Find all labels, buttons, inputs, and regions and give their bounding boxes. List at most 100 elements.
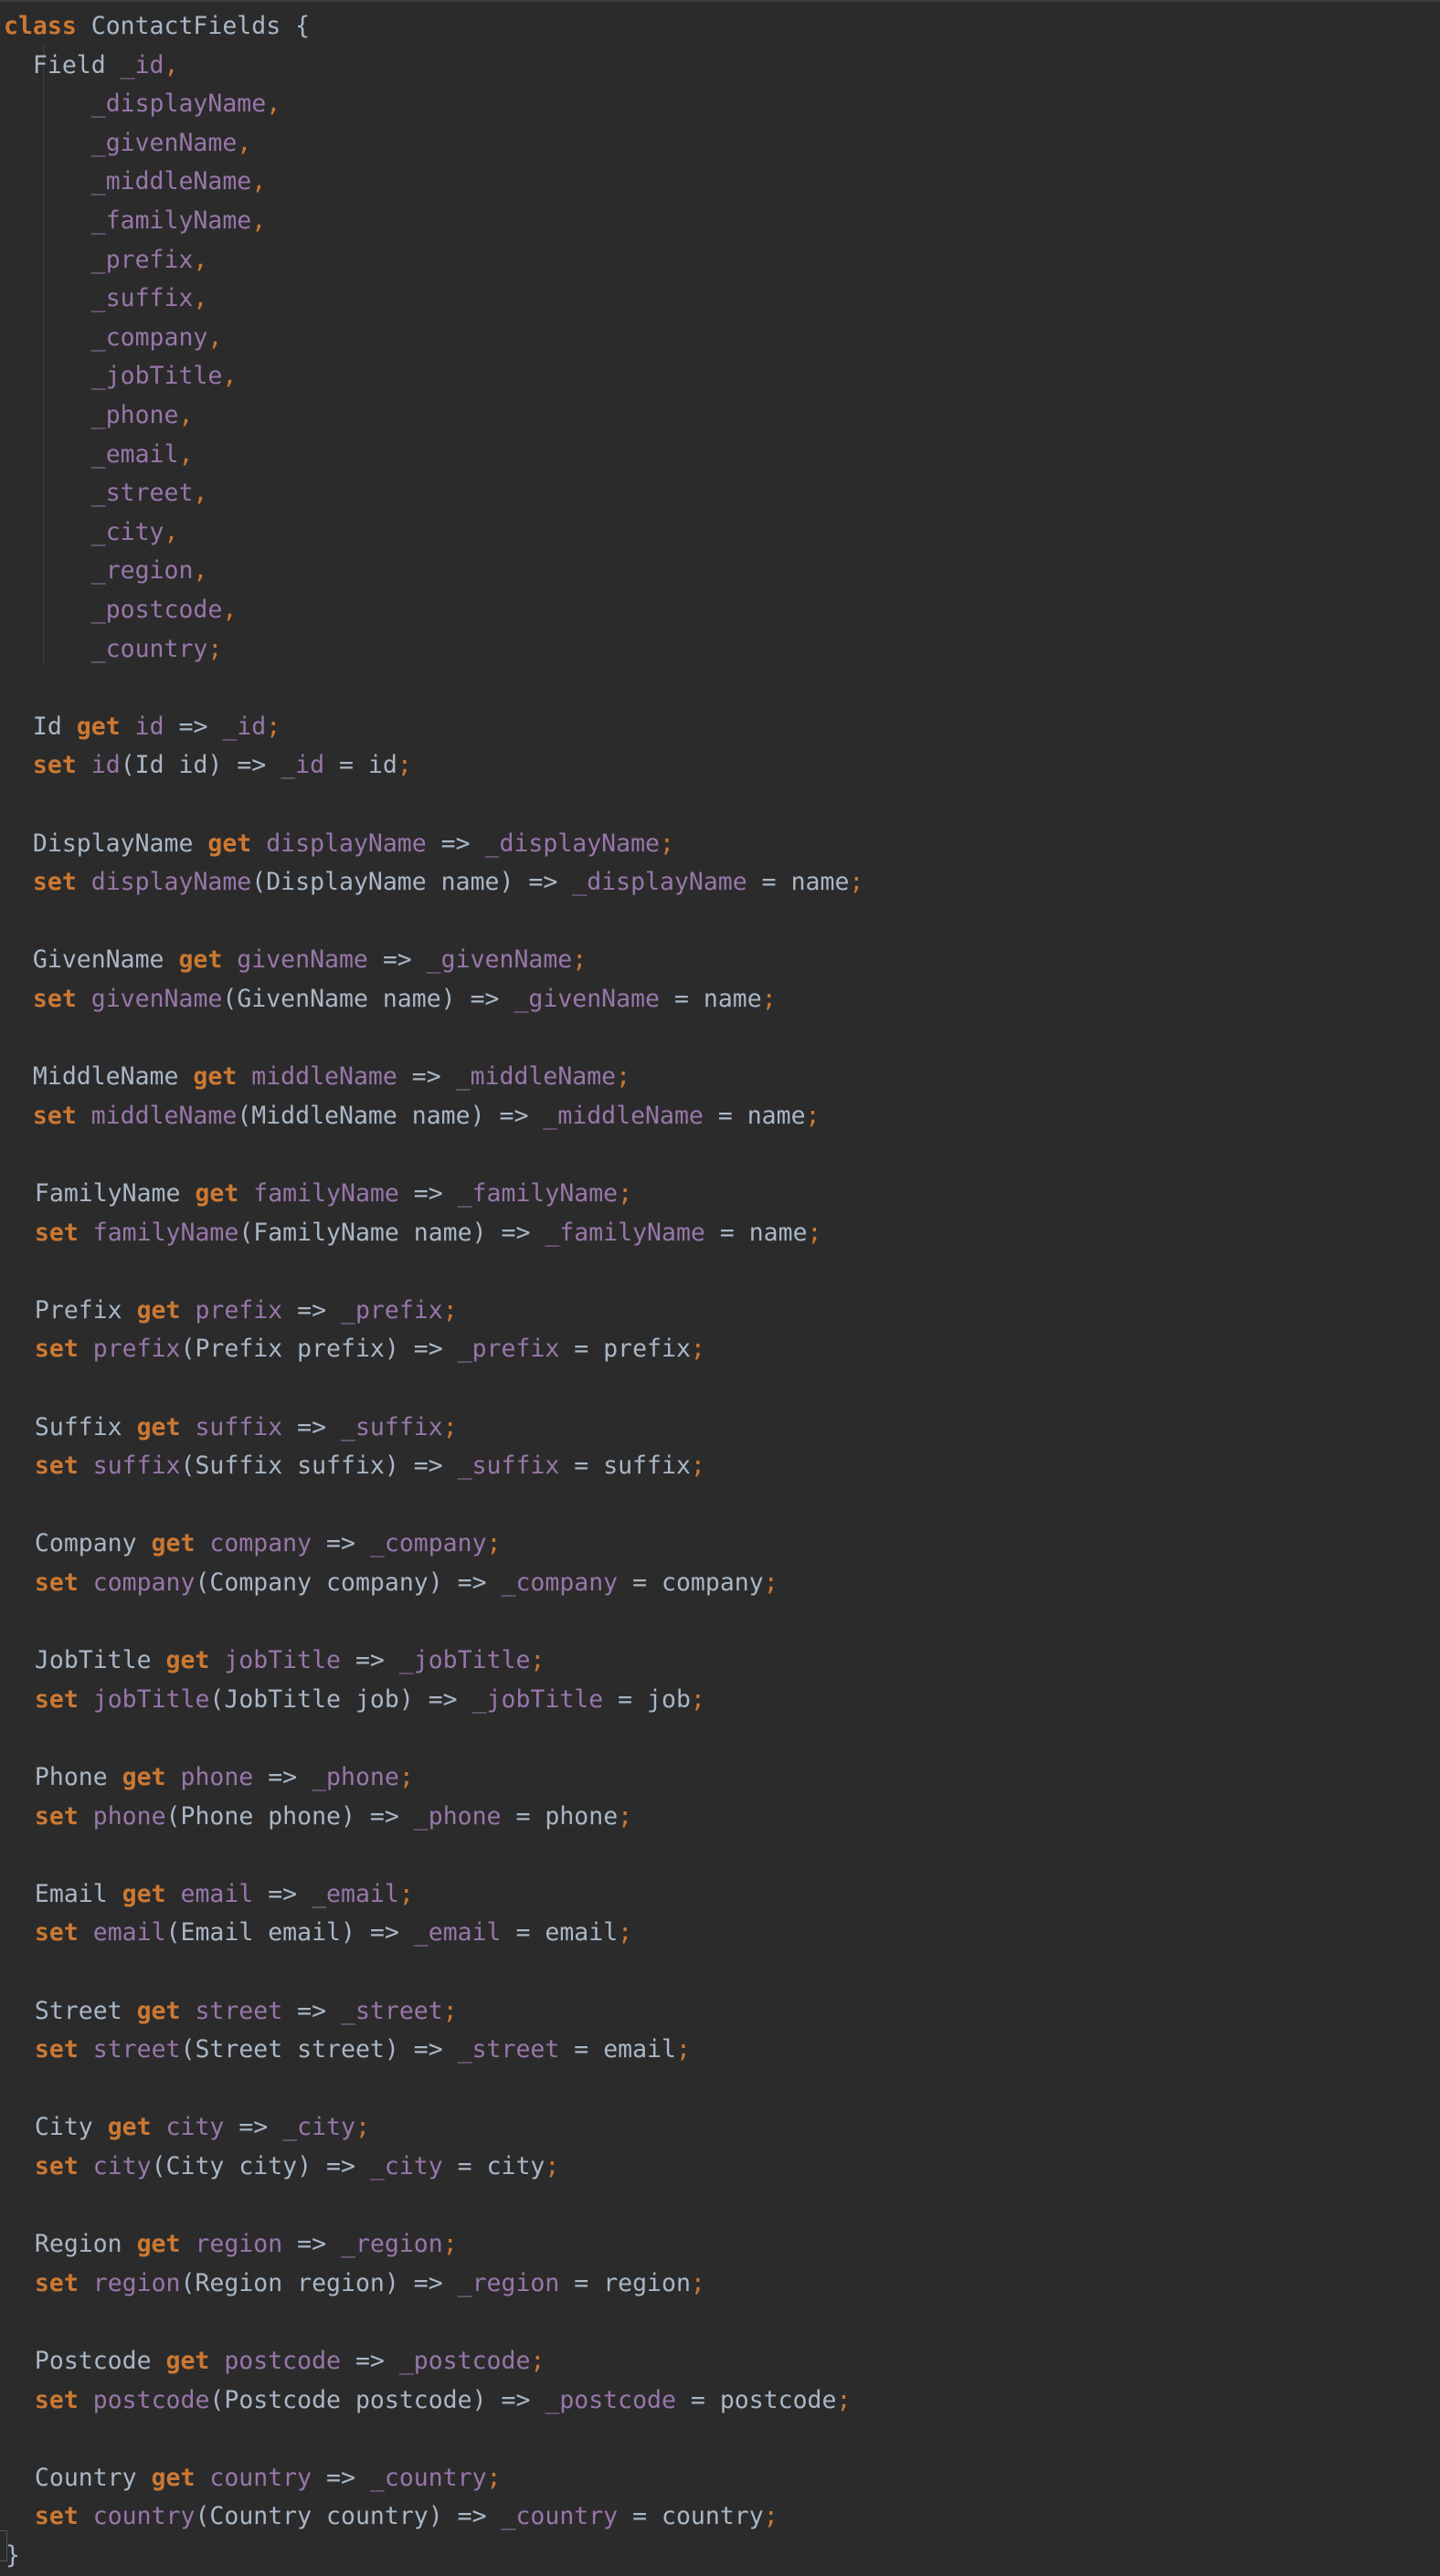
text-token: = job: [603, 1684, 691, 1714]
punctuation-token: ,: [178, 401, 194, 429]
text-token: (Postcode postcode) =>: [209, 2385, 545, 2414]
code-line[interactable]: set region(Region region) => _region = r…: [5, 2265, 705, 2303]
field-token: phone: [92, 1801, 166, 1831]
field-token: _jobTitle: [471, 1684, 604, 1714]
code-line[interactable]: FamilyName get familyName => _familyName…: [5, 1175, 632, 1213]
punctuation-token: ;: [398, 1879, 414, 1908]
code-line[interactable]: Company get company => _company;: [5, 1525, 502, 1563]
code-line[interactable]: _region,: [4, 552, 208, 590]
field-token: _country: [90, 634, 208, 663]
code-editor[interactable]: class ContactFields { Field _id, _displa…: [0, 0, 1440, 2576]
code-line[interactable]: _country;: [4, 630, 223, 669]
field-token: _city: [282, 2113, 355, 2142]
punctuation-token: ;: [690, 1452, 705, 1481]
text-token: =>: [397, 1062, 456, 1092]
code-line[interactable]: set postcode(Postcode postcode) => _post…: [5, 2381, 852, 2420]
keyword-token: get: [165, 1646, 210, 1675]
code-line[interactable]: set middleName(MiddleName name) => _midd…: [4, 1097, 821, 1135]
keyword-token: get: [193, 1062, 238, 1092]
code-line[interactable]: set displayName(DisplayName name) => _di…: [4, 863, 863, 902]
code-line[interactable]: _displayName,: [4, 85, 281, 123]
code-line[interactable]: _middleName,: [4, 163, 266, 201]
code-line[interactable]: Postcode get postcode => _postcode;: [5, 2342, 545, 2381]
code-line[interactable]: _email,: [4, 436, 194, 474]
code-line[interactable]: Prefix get prefix => _prefix;: [5, 1292, 458, 1330]
field-token: _phone: [90, 401, 179, 429]
code-line[interactable]: _postcode,: [4, 591, 238, 629]
code-line[interactable]: _phone,: [4, 396, 194, 435]
code-line[interactable]: Region get region => _region;: [5, 2225, 458, 2264]
code-line[interactable]: DisplayName get displayName => _displayN…: [4, 825, 674, 863]
text-token: =>: [282, 1295, 341, 1325]
field-token: phone: [180, 1763, 254, 1791]
code-line[interactable]: _givenName,: [4, 124, 252, 163]
code-line[interactable]: Street get street => _street;: [5, 1992, 458, 2031]
code-line[interactable]: set givenName(GivenName name) => _givenN…: [4, 980, 777, 1019]
text-token: =>: [398, 1179, 458, 1208]
code-line[interactable]: set city(City city) => _city = city;: [5, 2148, 559, 2186]
code-line[interactable]: Email get email => _email;: [5, 1875, 414, 1914]
code-line[interactable]: }: [5, 2537, 20, 2575]
code-line[interactable]: set jobTitle(JobTitle job) => _jobTitle …: [5, 1681, 705, 1719]
code-line[interactable]: set company(Company company) => _company…: [5, 1564, 778, 1602]
code-line[interactable]: Suffix get suffix => _suffix;: [5, 1409, 458, 1447]
text-token: DisplayName: [4, 829, 208, 858]
code-line[interactable]: Country get country => _country;: [5, 2459, 502, 2497]
code-line[interactable]: set country(Country country) => _country…: [5, 2497, 778, 2536]
code-line[interactable]: City get city => _city;: [5, 2108, 370, 2147]
code-line[interactable]: Phone get phone => _phone;: [5, 1758, 414, 1797]
code-line[interactable]: set suffix(Suffix suffix) => _suffix = s…: [5, 1447, 705, 1485]
code-line[interactable]: set street(Street street) => _street = e…: [5, 2031, 691, 2069]
text-token: Email: [5, 1879, 122, 1908]
code-line[interactable]: Field _id,: [4, 47, 179, 85]
code-line[interactable]: set phone(Phone phone) => _phone = phone…: [5, 1798, 632, 1836]
code-line[interactable]: _familyName,: [4, 202, 266, 240]
code-line[interactable]: class ContactFields {: [4, 7, 310, 46]
field-token: jobTitle: [92, 1684, 210, 1714]
text-token: (DisplayName name) =>: [251, 868, 573, 897]
text-token: = postcode: [675, 2385, 837, 2414]
text-token: (MiddleName name) =>: [237, 1101, 544, 1130]
text-token: = name: [704, 1218, 808, 1247]
punctuation-token: ,: [251, 206, 267, 235]
code-line[interactable]: _jobTitle,: [4, 357, 238, 396]
punctuation-token: ,: [222, 362, 238, 391]
keyword-token: set: [34, 1684, 79, 1714]
text-token: =>: [282, 1996, 341, 2025]
code-line[interactable]: _street,: [4, 474, 208, 512]
code-line[interactable]: _company,: [4, 319, 223, 357]
code-line[interactable]: _city,: [4, 513, 179, 552]
punctuation-token: ;: [763, 1568, 778, 1597]
text-token: =>: [282, 2230, 341, 2259]
text-token: (Region region) =>: [180, 2268, 458, 2297]
field-token: _prefix: [90, 245, 194, 274]
text-token: (Email email) =>: [165, 1918, 414, 1948]
punctuation-token: ;: [572, 945, 588, 975]
code-line[interactable]: set familyName(FamilyName name) => _fami…: [5, 1214, 822, 1252]
code-line[interactable]: MiddleName get middleName => _middleName…: [4, 1058, 630, 1096]
text-token: =>: [340, 1646, 399, 1675]
code-line[interactable]: set id(Id id) => _id = id;: [4, 746, 412, 785]
keyword-token: set: [34, 1568, 79, 1597]
text-token: Field: [4, 50, 121, 79]
punctuation-token: ;: [398, 1763, 414, 1791]
code-line[interactable]: Id get id => _id;: [4, 708, 281, 746]
code-line[interactable]: set email(Email email) => _email = email…: [5, 1914, 632, 1952]
code-line[interactable]: set prefix(Prefix prefix) => _prefix = p…: [5, 1330, 705, 1368]
code-line[interactable]: _prefix,: [4, 241, 208, 280]
field-token: displayName: [90, 868, 252, 897]
code-line[interactable]: GivenName get givenName => _givenName;: [4, 941, 587, 979]
text-token: =>: [253, 1879, 312, 1908]
code-line[interactable]: JobTitle get jobTitle => _jobTitle;: [5, 1642, 545, 1680]
text-token: (GivenName name) =>: [222, 985, 514, 1013]
field-token: _company: [369, 1529, 487, 1558]
code-line[interactable]: _suffix,: [4, 280, 208, 318]
